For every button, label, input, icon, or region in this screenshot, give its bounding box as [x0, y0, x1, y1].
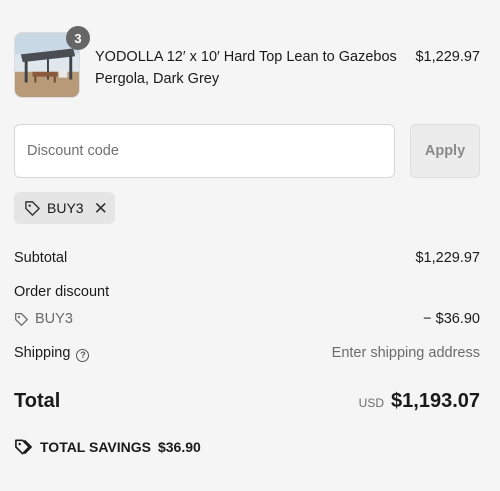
discount-value: − $36.90 — [423, 311, 480, 327]
subtotal-row: Subtotal $1,229.97 — [14, 250, 480, 266]
shipping-row: Shipping? Enter shipping address — [14, 345, 480, 362]
discount-form: Apply — [14, 124, 480, 178]
line-item: 3 YODOLLA 12′ x 10′ Hard Top Lean to Gaz… — [14, 26, 480, 100]
subtotal-label: Subtotal — [14, 250, 68, 266]
discount-code-input[interactable] — [14, 124, 395, 178]
apply-button[interactable]: Apply — [410, 124, 480, 178]
order-discount-label: Order discount — [14, 284, 110, 300]
tag-icon — [25, 200, 40, 216]
discount-code-row: BUY3 — [14, 311, 73, 327]
subtotal-value: $1,229.97 — [415, 250, 480, 266]
order-discount-label-row: Order discount — [14, 284, 480, 300]
currency-code: USD — [358, 396, 385, 410]
total-row: Total USD $1,193.07 — [14, 388, 480, 416]
product-name: YODOLLA 12′ x 10′ Hard Top Lean to Gazeb… — [95, 49, 397, 87]
shipping-value: Enter shipping address — [331, 345, 480, 361]
total-label: Total — [14, 390, 61, 412]
close-icon[interactable]: ✕ — [94, 200, 108, 217]
discount-code-label: BUY3 — [35, 311, 73, 327]
question-circle-icon[interactable]: ? — [76, 348, 90, 362]
total-amount-group: USD $1,193.07 — [359, 390, 480, 413]
product-price: $1,229.97 — [415, 49, 480, 65]
total-amount: $1,193.07 — [391, 390, 480, 412]
applied-code-label: BUY3 — [47, 200, 84, 216]
savings-value: $36.90 — [157, 439, 201, 455]
savings-label: TOTAL SAVINGS — [40, 439, 151, 455]
applied-discount-chip: BUY3 ✕ — [14, 192, 115, 224]
order-discount-row: BUY3 − $36.90 — [14, 311, 480, 331]
quantity-badge: 3 — [66, 26, 90, 50]
tag-icon — [15, 439, 32, 455]
shipping-label: Shipping — [14, 345, 71, 361]
tag-icon — [15, 312, 28, 326]
total-savings-row: TOTAL SAVINGS $36.90 — [14, 438, 201, 456]
